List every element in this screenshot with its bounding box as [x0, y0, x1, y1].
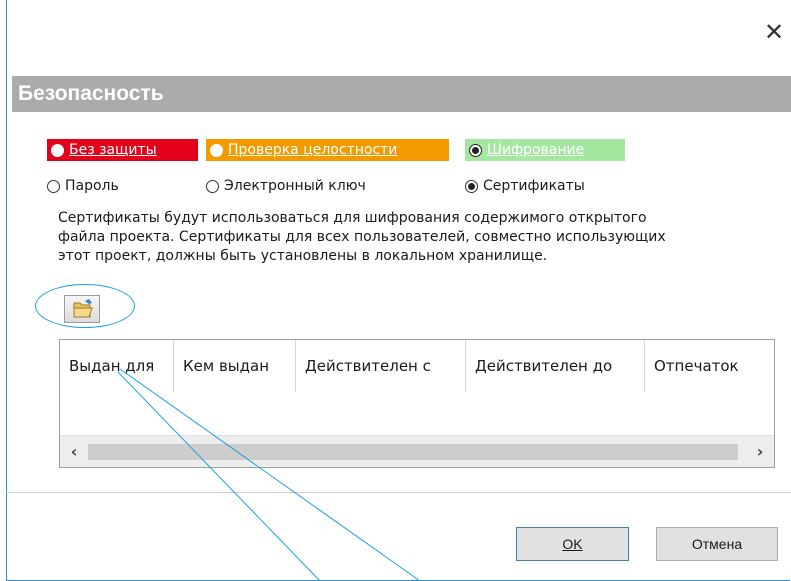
radio-password-label: Пароль — [65, 178, 119, 194]
ok-button[interactable]: OK — [516, 527, 629, 561]
divider — [6, 492, 791, 493]
ok-button-label: OK — [562, 536, 583, 552]
protection-level-group-2: Проверка целостности — [206, 139, 449, 161]
radio-password[interactable]: Пароль — [47, 178, 119, 194]
radio-no-protection-label: Без защиты — [69, 142, 157, 158]
radio-electronic-key[interactable]: Электронный ключ — [206, 178, 366, 194]
radio-encryption-label: Шифрование — [487, 142, 585, 158]
column-header-issued-to[interactable]: Выдан для — [60, 340, 174, 392]
radio-circle — [210, 143, 223, 157]
radio-integrity-check-label: Проверка целостности — [228, 142, 398, 158]
radio-certificates-label: Сертификаты — [483, 178, 585, 194]
radio-circle — [51, 143, 64, 157]
protection-level-group-3: Шифрование — [465, 139, 625, 161]
horizontal-scrollbar[interactable]: ‹ › — [60, 435, 774, 467]
table-header-row: Выдан для Кем выдан Действителен с Дейст… — [60, 340, 775, 392]
callout-highlight-ellipse — [35, 284, 135, 328]
radio-encryption[interactable]: Шифрование — [465, 139, 625, 161]
radio-certificates[interactable]: Сертификаты — [465, 178, 585, 194]
description-line-3: этот проект, должны быть установлены в л… — [58, 248, 548, 264]
certificates-table: Выдан для Кем выдан Действителен с Дейст… — [59, 339, 775, 468]
description-line-1: Сертификаты будут использоваться для шиф… — [58, 210, 647, 226]
column-header-valid-from[interactable]: Действителен с — [296, 340, 466, 392]
column-header-thumbprint[interactable]: Отпечаток — [645, 340, 775, 392]
radio-no-protection[interactable]: Без защиты — [47, 139, 198, 161]
description-line-2: файла проекта. Сертификаты для всех поль… — [58, 229, 666, 245]
radio-integrity-check[interactable]: Проверка целостности — [206, 139, 449, 161]
scroll-left-icon[interactable]: ‹ — [60, 436, 88, 467]
close-button[interactable]: ✕ — [762, 18, 786, 46]
radio-circle-selected — [469, 143, 482, 157]
radio-circle — [206, 179, 219, 193]
protection-level-group: Без защиты — [47, 139, 198, 161]
cancel-button[interactable]: Отмена — [656, 527, 778, 561]
column-header-issued-by[interactable]: Кем выдан — [174, 340, 296, 392]
scroll-right-icon[interactable]: › — [746, 436, 774, 467]
column-header-valid-to[interactable]: Действителен до — [466, 340, 645, 392]
radio-circle — [47, 179, 60, 193]
section-title: Безопасность — [12, 76, 791, 112]
radio-electronic-key-label: Электронный ключ — [224, 178, 366, 194]
description-text: Сертификаты будут использоваться для шиф… — [58, 209, 768, 266]
radio-circle-selected — [465, 179, 478, 193]
scrollbar-thumb[interactable] — [88, 444, 738, 460]
